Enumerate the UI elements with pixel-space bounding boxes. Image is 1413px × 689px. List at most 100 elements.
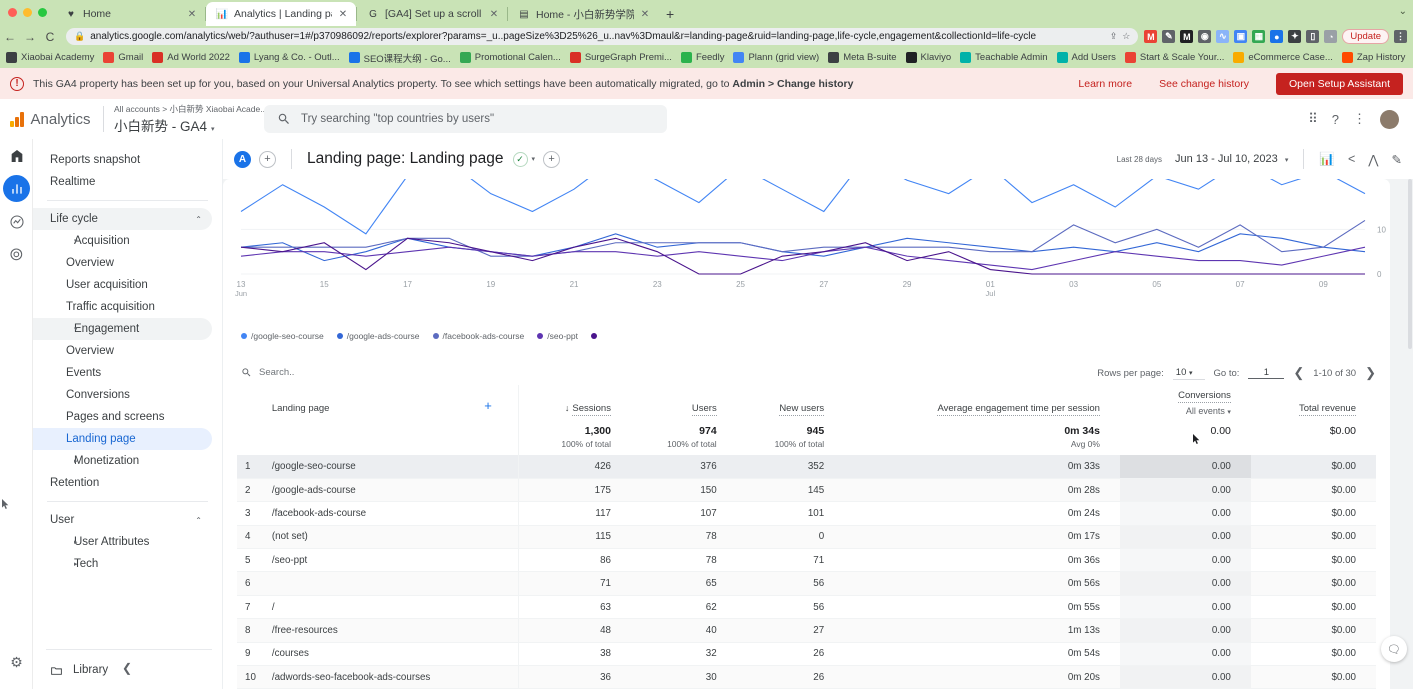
chrome-menu-icon[interactable]: ⋮ — [1394, 30, 1407, 43]
sidebar-item-overview[interactable]: Overview — [33, 252, 212, 274]
bookmark-star-icon[interactable]: ☆ — [1122, 31, 1130, 42]
th-total-revenue[interactable]: Total revenue — [1251, 385, 1376, 421]
see-change-history-link[interactable]: See change history — [1159, 78, 1249, 90]
bookmark-item[interactable]: Ad World 2022 — [152, 52, 230, 63]
update-button[interactable]: Update — [1342, 29, 1389, 44]
bookmark-item[interactable]: SEO课程大纲 - Go... — [349, 51, 451, 65]
row-landing-page[interactable]: /adwords-seo-facebook-ads-courses — [272, 666, 519, 689]
sidebar-item-landing-page[interactable]: Landing page — [33, 428, 212, 450]
close-tab-icon[interactable]: ✕ — [338, 9, 348, 20]
prev-page-button[interactable]: ❮ — [1293, 365, 1304, 381]
bookmark-item[interactable]: SurgeGraph Premi... — [570, 52, 672, 63]
th-conversions[interactable]: Conversions All events ▾ — [1120, 385, 1251, 421]
caret-right-icon[interactable]: ▸ — [74, 538, 78, 546]
sidebar-item-traffic-acquisition[interactable]: Traffic acquisition — [33, 296, 212, 318]
bookmark-item[interactable]: Start & Scale Your... — [1125, 52, 1225, 63]
bookmark-item[interactable]: Xiaobai Academy — [6, 52, 94, 63]
sidebar-item-pages-and-screens[interactable]: Pages and screens — [33, 406, 212, 428]
share-icon[interactable]: < — [1348, 152, 1355, 166]
bookmark-item[interactable]: Lyang & Co. - Outl... — [239, 52, 340, 63]
bookmark-item[interactable]: Add Users — [1057, 52, 1116, 63]
row-landing-page[interactable]: /free-resources — [272, 619, 519, 642]
extension-pen-icon[interactable]: ✎ — [1162, 30, 1175, 43]
url-bar[interactable]: 🔒 analytics.google.com/analytics/web/?au… — [66, 28, 1138, 45]
th-avg-engagement[interactable]: Average engagement time per session — [844, 385, 1120, 421]
sidebar-item-acquisition[interactable]: ▾Acquisition — [33, 230, 212, 252]
legend-item[interactable]: /google-ads-course — [337, 331, 420, 341]
table-row[interactable]: 4(not set)1157800m 17s0.00$0.00 — [237, 525, 1376, 548]
rail-explore-icon[interactable] — [0, 205, 33, 238]
sidebar-item-overview[interactable]: Overview — [33, 340, 212, 362]
table-row[interactable]: 9/courses3832260m 54s0.00$0.00 — [237, 642, 1376, 665]
page-scrollbar[interactable] — [1407, 139, 1413, 689]
browser-tab[interactable]: 📊Analytics | Landing page: Land✕ — [206, 2, 356, 26]
reload-icon[interactable]: C — [40, 30, 60, 44]
row-landing-page[interactable]: /facebook-ads-course — [272, 502, 519, 525]
forward-icon[interactable]: → — [20, 30, 40, 44]
minimize-window-button[interactable] — [23, 8, 32, 17]
sidebar-item-tech[interactable]: ▸ Tech — [33, 553, 212, 575]
avatar[interactable] — [1380, 110, 1399, 129]
table-row[interactable]: 5/seo-ppt8678710m 36s0.00$0.00 — [237, 549, 1376, 572]
sidebar-item-reports-snapshot[interactable]: Reports snapshot — [33, 149, 212, 171]
next-page-button[interactable]: ❯ — [1365, 365, 1376, 381]
legend-item[interactable]: /seo-ppt — [537, 331, 578, 341]
sidebar-item-life-cycle[interactable]: Life cycle⌃ — [33, 208, 212, 230]
extension-m-icon[interactable]: M — [1180, 30, 1193, 43]
bookmark-item[interactable]: Gmail — [103, 52, 143, 63]
browser-tab[interactable]: G[GA4] Set up a scroll conversi✕ — [357, 2, 507, 26]
th-landing-page[interactable]: Landing page + — [272, 385, 519, 421]
browser-tab[interactable]: ▤Home - 小白新势学院✕ — [508, 2, 658, 26]
scrollbar-thumb[interactable] — [1408, 179, 1412, 349]
rail-advertising-icon[interactable] — [0, 238, 33, 271]
bookmark-item[interactable]: Plann (grid view) — [733, 52, 819, 63]
close-tab-icon[interactable]: ✕ — [640, 9, 650, 20]
th-users[interactable]: Users — [631, 385, 737, 421]
chevron-up-icon[interactable]: ⌃ — [195, 215, 212, 224]
legend-item[interactable]: /google-seo-course — [241, 331, 324, 341]
date-range-picker[interactable]: Jun 13 - Jul 10, 2023 ▾ — [1175, 153, 1288, 165]
caret-right-icon[interactable]: ▸ — [74, 560, 78, 568]
table-row[interactable]: 1/google-seo-course4263763520m 33s0.00$0… — [237, 455, 1376, 478]
row-landing-page[interactable]: / — [272, 595, 519, 618]
compare-icon[interactable]: ⋀ — [1368, 152, 1378, 167]
sidepanel-icon[interactable]: ▯ — [1306, 30, 1319, 43]
sidebar-item-conversions[interactable]: Conversions — [33, 384, 212, 406]
table-row[interactable]: 67165560m 56s0.00$0.00 — [237, 572, 1376, 595]
window-traffic-lights[interactable] — [8, 8, 47, 17]
rows-per-page-select[interactable]: 10 ▾ — [1173, 367, 1205, 380]
rail-home-icon[interactable] — [0, 139, 33, 172]
help-icon[interactable]: ? — [1332, 112, 1339, 127]
close-tab-icon[interactable]: ✕ — [187, 9, 197, 20]
extension-cyan-icon[interactable]: ● — [1270, 30, 1283, 43]
row-landing-page[interactable] — [272, 572, 519, 595]
analytics-logo[interactable]: Analytics — [0, 111, 103, 128]
row-landing-page[interactable]: /seo-ppt — [272, 549, 519, 572]
bookmark-item[interactable]: Meta B-suite — [828, 52, 896, 63]
chevron-down-icon[interactable]: ▾ — [1285, 157, 1289, 164]
property-chevron-icon[interactable]: ▾ — [211, 126, 215, 133]
back-icon[interactable]: ← — [0, 30, 20, 44]
sidebar-item-events[interactable]: Events — [33, 362, 212, 384]
legend-item[interactable] — [591, 333, 601, 339]
goto-input[interactable]: 1 — [1248, 367, 1284, 379]
bookmark-item[interactable]: Klaviyo — [906, 52, 952, 63]
learn-more-link[interactable]: Learn more — [1078, 78, 1132, 90]
sidebar-item-monetization[interactable]: ▸Monetization — [33, 450, 212, 472]
global-search[interactable]: Try searching "top countries by users" — [264, 105, 667, 133]
row-landing-page[interactable]: (not set) — [272, 525, 519, 548]
close-window-button[interactable] — [8, 8, 17, 17]
sidebar-item-engagement[interactable]: ▾Engagement — [33, 318, 212, 340]
table-row[interactable]: 10/adwords-seo-facebook-ads-courses36302… — [237, 666, 1376, 689]
close-tab-icon[interactable]: ✕ — [489, 9, 499, 20]
extension-link-icon[interactable]: ∿ — [1216, 30, 1229, 43]
bookmark-item[interactable]: Teachable Admin — [960, 52, 1047, 63]
maximize-window-button[interactable] — [38, 8, 47, 17]
add-dimension-icon[interactable]: + — [484, 398, 492, 413]
th-new-users[interactable]: New users — [737, 385, 844, 421]
browser-tab[interactable]: ♥Home✕ — [55, 2, 205, 26]
th-sessions[interactable]: ↓Sessions — [519, 385, 631, 421]
title-chevron-icon[interactable]: ▾ — [532, 155, 536, 163]
add-report-button[interactable]: + — [543, 151, 560, 168]
legend-item[interactable]: /facebook-ads-course — [433, 331, 525, 341]
